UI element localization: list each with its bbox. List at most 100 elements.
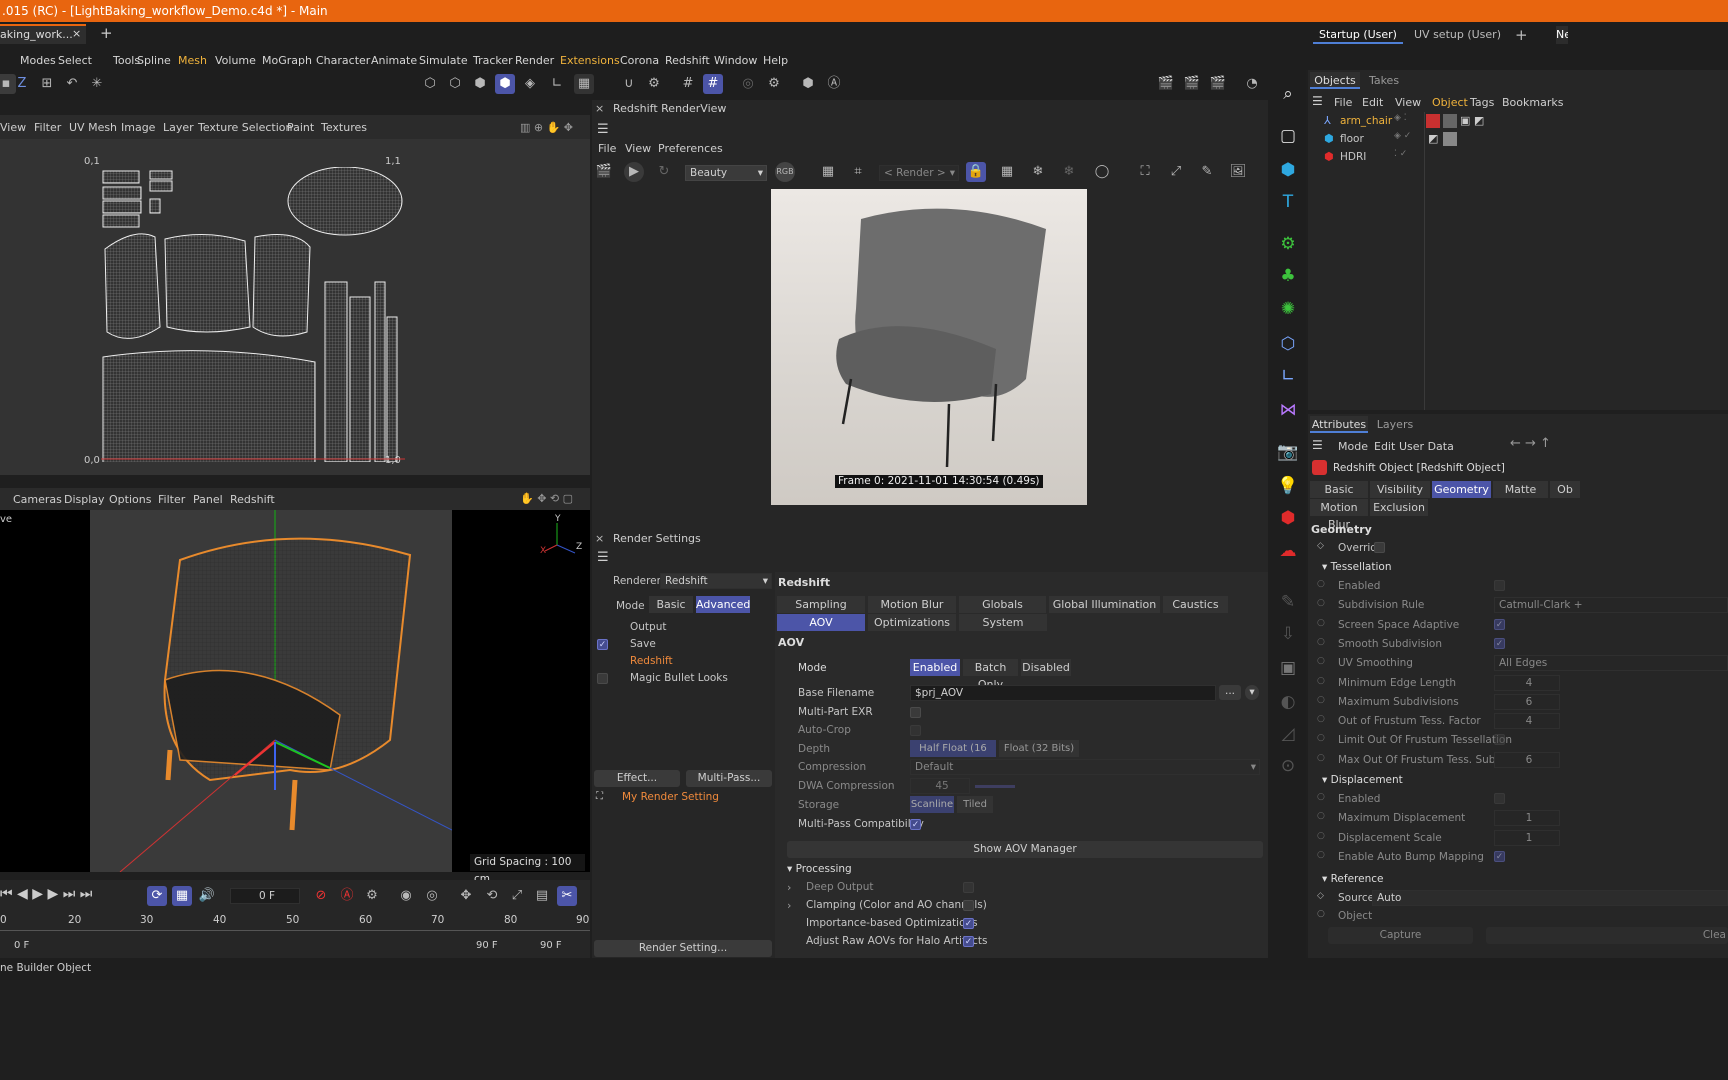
current-frame-field[interactable]: 0 F — [230, 888, 300, 904]
close-icon[interactable]: × — [72, 27, 81, 40]
attr-tab-exclusion[interactable]: Exclusion — [1370, 499, 1428, 516]
uv-menu-filter[interactable]: Filter — [34, 121, 61, 134]
sound-icon[interactable]: 🔊 — [197, 886, 217, 906]
axis-mode-icon[interactable]: ∟ — [547, 74, 567, 94]
viewport-menu-redshift[interactable]: Redshift — [230, 493, 275, 506]
menu-help[interactable]: Help — [763, 54, 788, 67]
rs-tab-globals[interactable]: Globals — [959, 596, 1046, 613]
displacement-section[interactable]: ▾ Displacement — [1322, 774, 1403, 786]
edit-icon[interactable]: ✎ — [1197, 162, 1217, 182]
redshift-object-icon[interactable]: ⬢ — [1274, 504, 1302, 532]
param-anim-icon[interactable]: ○ — [1317, 618, 1325, 628]
render-settings-hamburger-icon[interactable]: ☰ — [597, 550, 609, 565]
grid-icon[interactable]: # — [678, 74, 698, 94]
edges-mode-icon[interactable]: ⬡ — [445, 74, 465, 94]
menu-character[interactable]: Character — [316, 54, 370, 67]
cube-primitive-icon[interactable]: ⬢ — [1274, 156, 1302, 184]
tess-value-minimum-edge-length[interactable]: 4 — [1494, 674, 1560, 691]
tess-checkbox-smooth-subdivision[interactable]: ✓ — [1494, 637, 1505, 649]
model-mode-icon[interactable]: ◈ — [520, 74, 540, 94]
menu-mograph[interactable]: MoGraph — [262, 54, 312, 67]
circle-icon[interactable]: ◯ — [1092, 162, 1112, 182]
menu-render[interactable]: Render — [515, 54, 554, 67]
compression-select[interactable]: Default ▾ — [910, 759, 1260, 775]
record-icon[interactable]: ⊘ — [311, 886, 331, 906]
param-anim-icon[interactable]: ○ — [1317, 792, 1325, 802]
object-row-arm-chair[interactable]: ⅄ arm_chair ◈ ⁚ ▣ ◩ — [1308, 112, 1728, 130]
depth-half-float[interactable]: Half Float (16 Bits) — [910, 740, 996, 771]
animation-icon[interactable]: Ⓐ — [824, 74, 844, 94]
rs-tab-motion-blur[interactable]: Motion Blur — [868, 596, 956, 613]
viewport-menu-display[interactable]: Display — [64, 493, 105, 506]
end-frame-field[interactable]: 90 F — [540, 940, 562, 951]
viewport-menu-cameras[interactable]: Cameras — [13, 493, 62, 506]
cube-icon[interactable]: ⬢ — [798, 74, 818, 94]
aov-mode-enabled[interactable]: Enabled — [910, 659, 960, 676]
hdri-visibility-icon[interactable]: ⁚ ✓ — [1394, 149, 1407, 159]
menu-window[interactable]: Window — [714, 54, 757, 67]
uv-menu-texture-selection[interactable]: Texture Selection — [198, 121, 292, 134]
object-row-floor[interactable]: ⬢ floor ◈ ✓ ◩ — [1308, 130, 1728, 148]
spline-icon[interactable]: ∟ — [1274, 362, 1302, 390]
rgb-channel-icon[interactable]: RGB — [775, 162, 795, 182]
rotate-key-icon[interactable]: ⟲ — [482, 886, 502, 906]
visibility-icon[interactable]: ◈ ⁚ — [1394, 113, 1407, 123]
tree-redshift[interactable]: Redshift — [630, 655, 673, 667]
param-anim-icon[interactable]: ○ — [1317, 637, 1325, 647]
uv-canvas[interactable]: 0,1 1,1 0,0 1,0 — [0, 139, 590, 475]
key-settings-icon[interactable]: ⚙ — [362, 886, 382, 906]
override-anim-icon[interactable]: ◇ — [1317, 541, 1324, 551]
viewport-menu-panel[interactable]: Panel — [193, 493, 223, 506]
menu-tracker[interactable]: Tracker — [473, 54, 513, 67]
uvw-tag-icon[interactable]: ▣ ◩ — [1460, 114, 1484, 127]
deformer-icon[interactable]: ⬡ — [1274, 330, 1302, 358]
rs-tab-sampling[interactable]: Sampling — [777, 596, 865, 613]
param-key-icon[interactable]: ▤ — [532, 886, 552, 906]
importance-checkbox[interactable]: ✓ — [963, 918, 974, 929]
uv-menu-view[interactable]: View — [0, 121, 26, 134]
renderview-close-icon[interactable]: × — [595, 102, 604, 115]
attributes-menu-mode[interactable]: Mode — [1338, 440, 1368, 453]
freeze-icon[interactable]: ❄ — [1028, 162, 1048, 182]
freeze-alt-icon[interactable]: ❄ — [1059, 162, 1079, 182]
layout-tab-ne[interactable]: Ne — [1556, 26, 1568, 44]
renderer-select[interactable]: Redshift ▾ — [660, 573, 772, 589]
deep-output-expand-icon[interactable]: › — [787, 881, 791, 894]
menu-select[interactable]: Select — [58, 54, 92, 67]
add-layout-button[interactable]: + — [1515, 26, 1528, 44]
viewport-nav-icons[interactable]: ✋ ✥ ⟲ ▢ — [520, 492, 573, 505]
param-anim-icon[interactable]: ○ — [1317, 753, 1325, 763]
tess-value-uv-smoothing[interactable]: All Edges — [1494, 655, 1728, 672]
renderview-menu-view[interactable]: View — [625, 142, 651, 155]
move-key-icon[interactable]: ✥ — [456, 886, 476, 906]
deep-output-checkbox[interactable] — [963, 882, 974, 893]
gear-icon[interactable]: ⚙ — [764, 74, 784, 94]
dwa-field[interactable]: 45 — [910, 778, 970, 794]
adjust-raw-checkbox[interactable]: ✓ — [963, 936, 974, 947]
effect-button[interactable]: Effect... — [594, 770, 680, 787]
grid-view-icon[interactable]: ▦ — [997, 162, 1017, 182]
dwa-slider[interactable] — [975, 785, 1015, 788]
uv-mode-icon[interactable]: ⬢ — [495, 74, 515, 94]
world-icon[interactable]: ⊞ — [37, 74, 57, 94]
mode-advanced-tab[interactable]: Advanced — [696, 596, 750, 613]
transport-controls[interactable]: ⏮ ◀ ▶ ▶ ⏭ ⏭ — [0, 886, 92, 902]
eye-icon[interactable]: ◐ — [1274, 688, 1302, 716]
viewport-canvas[interactable]: ve Y Z X Grid Spacing : 100 cm — [0, 510, 590, 885]
attr-tab-visibility[interactable]: Visibility — [1370, 481, 1430, 498]
texture-mode-icon[interactable]: ▦ — [574, 74, 594, 94]
redshift-env-icon[interactable]: ☁ — [1274, 537, 1302, 565]
param-anim-icon[interactable]: ○ — [1317, 714, 1325, 724]
tree-save[interactable]: Save — [630, 638, 656, 650]
objects-menu-view[interactable]: View — [1395, 96, 1421, 109]
text-icon[interactable]: T — [1274, 188, 1302, 216]
object-name-hdri[interactable]: HDRI — [1340, 151, 1366, 163]
settings-icon[interactable]: ⚙ — [644, 74, 664, 94]
add-document-button[interactable]: + — [100, 24, 113, 42]
autocrop-checkbox[interactable] — [910, 725, 921, 736]
multipart-checkbox[interactable] — [910, 707, 921, 718]
attr-tab-ob[interactable]: Ob — [1550, 481, 1580, 498]
objects-menu-edit[interactable]: Edit — [1362, 96, 1383, 109]
disp-value-maximum-displacement[interactable]: 1 — [1494, 810, 1560, 827]
param-anim-icon[interactable]: ○ — [1317, 831, 1325, 841]
